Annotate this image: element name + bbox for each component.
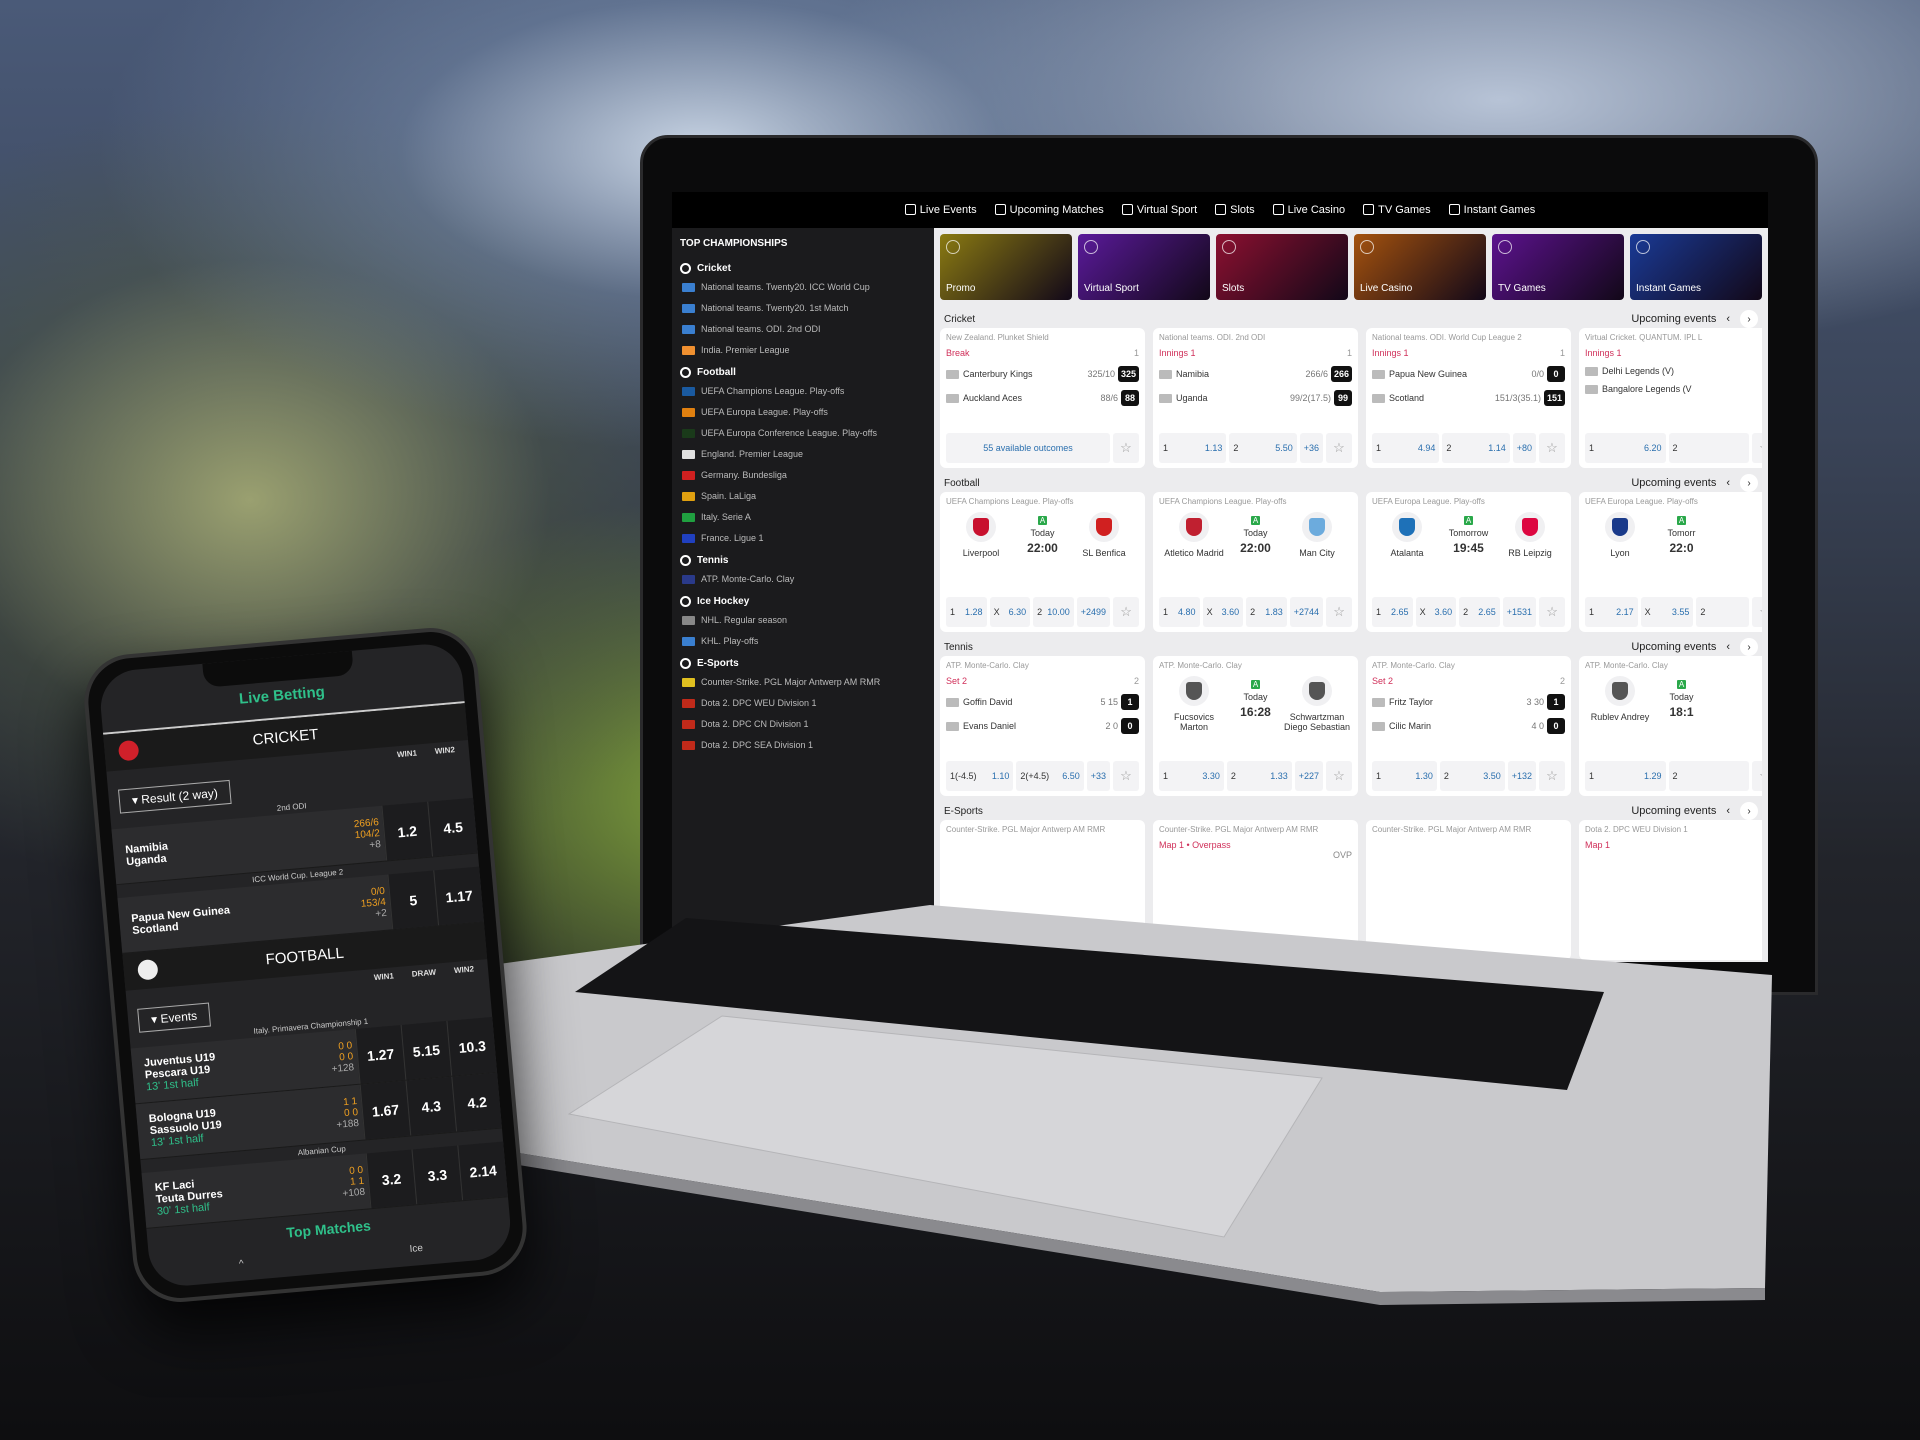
cricket-ball-icon <box>117 739 140 762</box>
column-label: WIN1 <box>373 971 395 983</box>
odds-button[interactable]: 1.2 <box>381 801 433 861</box>
column-label: WIN2 <box>434 745 456 756</box>
phone: Live Betting CRICKET WIN1 WIN2 ▾ Result (2 … <box>80 624 531 1306</box>
scores: 1 10 0 +188 <box>303 1096 364 1134</box>
market-dropdown[interactable]: ▾ Events <box>137 1002 212 1033</box>
column-label: WIN1 <box>396 748 418 760</box>
odds-button[interactable]: 10.3 <box>446 1016 498 1076</box>
odds-button[interactable]: 3.3 <box>411 1145 463 1205</box>
odds-button[interactable]: 1.67 <box>359 1080 411 1140</box>
dropdown-label: Result (2 way) <box>140 786 219 807</box>
odds-button[interactable]: 4.2 <box>451 1072 502 1132</box>
column-label: WIN2 <box>453 964 475 976</box>
phone-sport-title: CRICKET <box>252 726 320 749</box>
odds-button[interactable]: 4.5 <box>427 797 478 857</box>
odds-button[interactable]: 2.14 <box>457 1141 508 1201</box>
odds-button[interactable]: 3.2 <box>365 1149 417 1209</box>
scores: 0/0 153/4 +2 <box>331 885 392 923</box>
chevron-up-icon[interactable]: ^ <box>239 1259 245 1270</box>
teams: Papua New Guinea Scotland <box>119 895 333 937</box>
odds-button[interactable]: 4.3 <box>405 1076 457 1136</box>
teams: KF Laci Teuta Durres 30' 1st half <box>142 1168 312 1218</box>
odds-button[interactable]: 5 <box>387 870 439 930</box>
teams: Namibia Uganda <box>113 826 327 868</box>
bottom-tab-ice[interactable]: Ice <box>409 1243 423 1255</box>
odds-button[interactable]: 1.27 <box>354 1024 406 1084</box>
scores: 266/6 104/2 +8 <box>325 817 386 855</box>
column-label: DRAW <box>411 967 437 979</box>
phone-sport-title: FOOTBALL <box>264 944 345 969</box>
teams: Juventus U19 Pescara U19 13' 1st half <box>131 1043 301 1093</box>
odds-button[interactable]: 1.17 <box>433 866 484 926</box>
dropdown-label: Events <box>159 1008 198 1026</box>
scores: 0 01 1 +108 <box>309 1164 370 1202</box>
teams: Bologna U19 Sassuolo U19 13' 1st half <box>136 1099 306 1149</box>
scores: 0 00 0 +128 <box>298 1040 359 1078</box>
phone-screen: Live Betting CRICKET WIN1 WIN2 ▾ Result (2 … <box>97 641 514 1289</box>
odds-button[interactable]: 5.15 <box>400 1020 452 1080</box>
soccer-ball-icon <box>136 958 159 981</box>
